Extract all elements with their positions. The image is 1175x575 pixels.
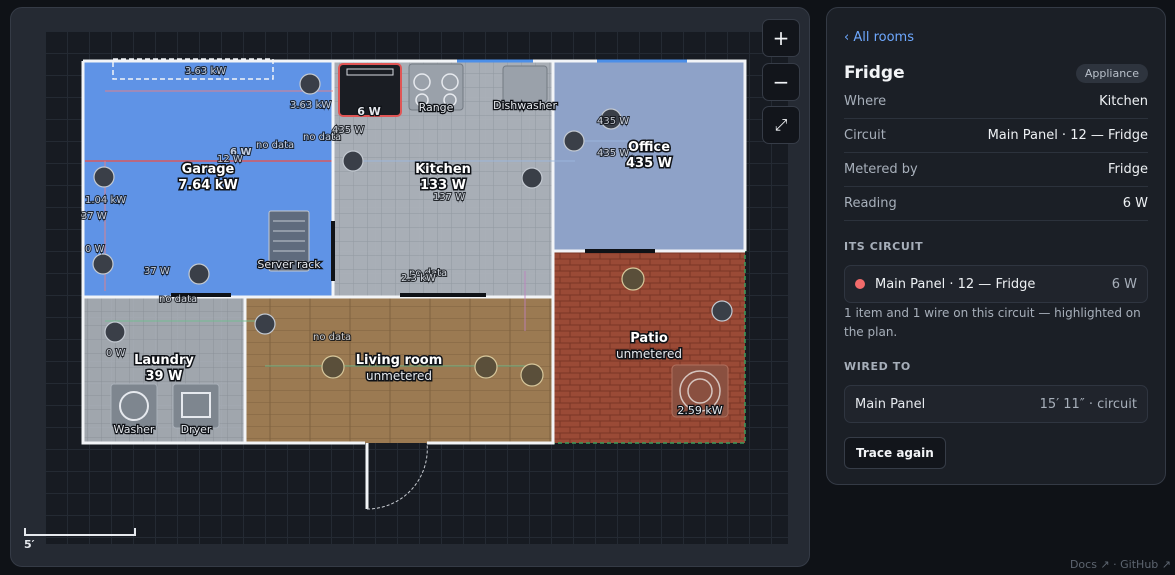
details-panel: ‹ All rooms Fridge Appliance Where Kitch… [826,7,1166,485]
detail-row-reading: Reading 6 W [844,187,1148,221]
dishwasher-label: Dishwasher [493,99,557,112]
circuit-note: 1 item and 1 wire on this circuit — high… [844,306,1141,339]
outlet-icon[interactable] [711,300,733,322]
room-label-laundry: Laundry [134,353,194,368]
trace-again-button[interactable]: Trace again [844,437,946,469]
zoom-out-button[interactable]: − [762,63,800,101]
fridge-reading: 6 W [357,105,381,118]
room-reading-patio: unmetered [616,347,682,361]
dryer[interactable] [172,383,220,429]
annotation: 1.04 kW [85,195,126,206]
annotation: 0 W [85,244,105,255]
detail-row-metered-by: Metered by Fridge [844,153,1148,187]
room-label-patio: Patio [630,331,668,346]
detail-value: Fridge [1108,162,1148,177]
server-rack-label: Server rack [257,258,321,271]
detail-key: Metered by [844,162,918,177]
back-to-rooms-link[interactable]: ‹ All rooms [844,30,914,45]
circuit-name: Main Panel · 12 — Fridge [875,276,1036,292]
room-reading-office: 435 W [626,156,672,171]
room-reading-garage: 7.64 kW [178,178,238,193]
detail-key: Where [844,94,887,109]
docs-link[interactable]: Docs ↗ [1070,558,1110,571]
circuit-watts: 6 W [1111,276,1137,292]
annotation: no data [256,140,294,151]
annotation: no data [313,332,351,343]
detail-value: Main Panel · 12 — Fridge [987,128,1148,143]
detail-row-circuit: Circuit Main Panel · 12 — Fridge [844,119,1148,153]
outlet-icon[interactable] [93,166,115,188]
zoom-in-button[interactable]: + [762,19,800,57]
fit-to-screen-button[interactable]: ⤢ [762,106,800,144]
outlet-icon[interactable] [92,253,114,275]
annotation: 37 W [81,211,107,222]
room-reading-laundry: 39 W [146,369,183,384]
footer-links: Docs ↗ · GitHub ↗ [1069,558,1171,571]
annotation: 0 W [106,348,126,359]
scale-bar [24,528,136,536]
detail-key: Circuit [844,128,886,143]
circuit-section-heading: ITS CIRCUIT [844,240,924,253]
dryer-label: Dryer [181,423,212,436]
detail-key: Reading [844,196,897,211]
outlet-icon[interactable] [342,150,364,172]
floor-plan[interactable]: Garage 7.64 kW Kitchen 133 W Office 435 … [45,31,788,544]
room-label-kitchen: Kitchen [415,162,471,177]
annotation: 137 W [433,192,465,203]
detail-value: Kitchen [1099,94,1148,109]
outlet-icon[interactable] [299,73,321,95]
light-icon[interactable] [474,355,498,379]
panel-header: Fridge Appliance [844,63,1148,83]
panel-title: Fridge [844,63,905,83]
light-icon[interactable] [520,363,544,387]
room-reading-kitchen: 133 W [420,178,466,193]
floor-plan-card: Garage 7.64 kW Kitchen 133 W Office 435 … [10,7,810,567]
outlet-icon[interactable] [104,321,126,343]
type-badge: Appliance [1075,63,1148,83]
wired-section-heading: WIRED TO [844,360,911,373]
light-icon[interactable] [321,355,345,379]
dishwasher[interactable] [502,65,548,103]
floor-plan-svg[interactable]: Garage 7.64 kW Kitchen 133 W Office 435 … [45,31,788,544]
scale-label: 5′ [24,538,35,551]
annotation: 435 W [597,116,629,127]
wired-to-card[interactable]: Main Panel 15′ 11″ · circuit [844,385,1148,423]
range-label: Range [419,101,454,114]
github-link[interactable]: GitHub ↗ [1120,558,1171,571]
light-icon[interactable] [621,267,645,291]
room-label-living: Living room [356,353,443,368]
annotation: 435 W [597,148,629,159]
annotation: 435 W [332,125,364,136]
annotation: 2.3 kW [401,273,436,284]
wired-to-meta: 15′ 11″ · circuit [1039,396,1137,412]
detail-value: 6 W [1122,196,1148,211]
outlet-icon[interactable] [254,313,276,335]
wired-to-name: Main Panel [855,396,926,412]
circuit-color-dot [855,279,865,289]
annotation: 3.63 kW [290,100,331,111]
outlet-icon[interactable] [521,167,543,189]
circuit-card[interactable]: Main Panel · 12 — Fridge 6 W [844,265,1148,303]
annotation: 12 W [217,154,243,165]
annotation: no data [159,294,197,305]
annotation: 37 W [144,266,170,277]
room-reading-living: unmetered [366,369,432,383]
washer-label: Washer [114,423,155,436]
annotation: 3.63 kW [185,66,226,77]
washer[interactable] [110,383,158,429]
room-label-office: Office [628,140,670,155]
hot-tub-reading: 2.59 kW [677,404,722,417]
detail-row-where: Where Kitchen [844,85,1148,119]
outlet-icon[interactable] [188,263,210,285]
outlet-icon[interactable] [563,130,585,152]
